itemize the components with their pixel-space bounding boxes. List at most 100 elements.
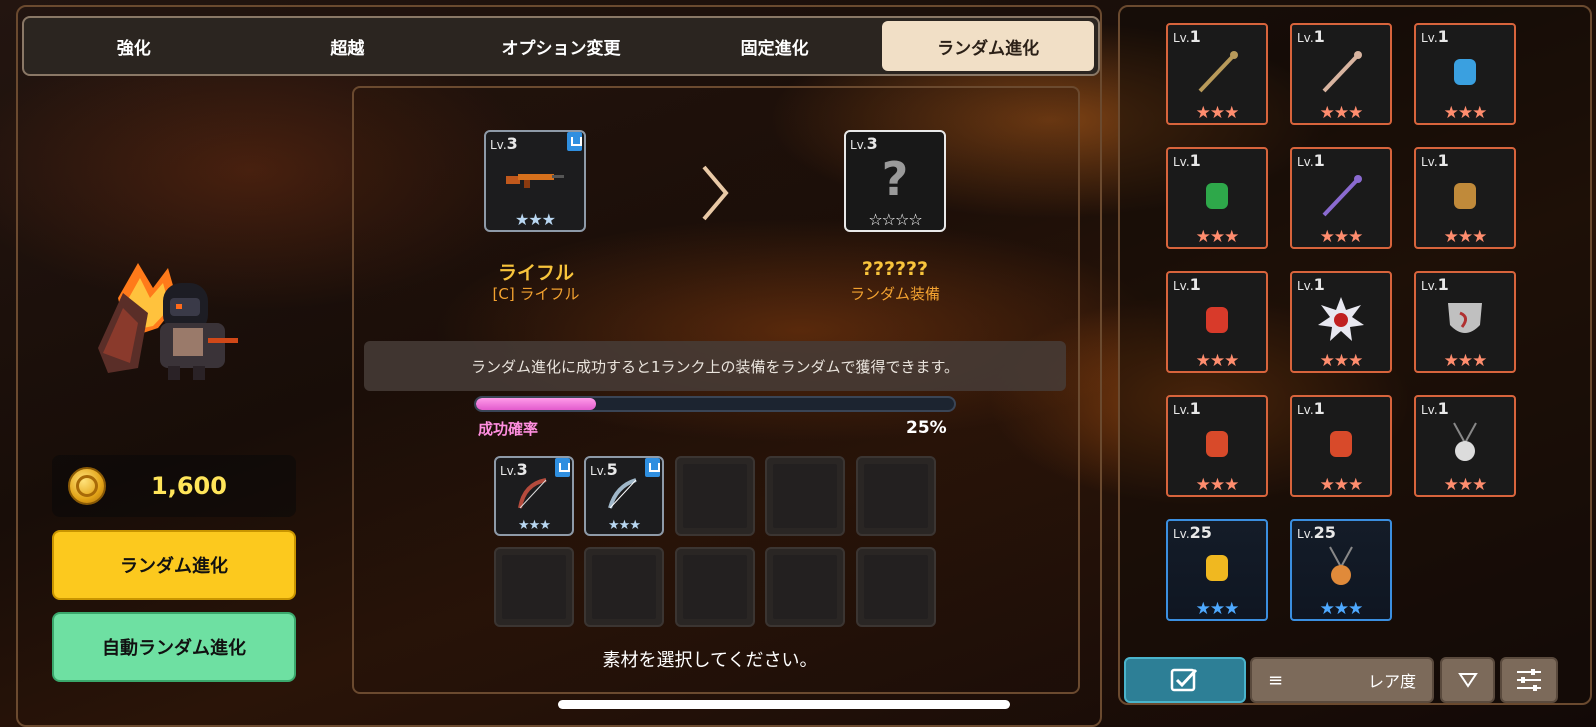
material-slot-10[interactable] — [856, 547, 936, 627]
select-all-button[interactable] — [1124, 657, 1246, 703]
item-stars: ★★★ — [1195, 351, 1240, 371]
bookmark-icon — [645, 458, 660, 477]
material-slot-3[interactable] — [675, 456, 755, 536]
inventory-item[interactable]: Lv.1 ★★★ — [1290, 147, 1392, 249]
item-level: Lv.1 — [1421, 275, 1449, 294]
tab-transcend[interactable]: 超越 — [242, 21, 454, 71]
rifle-icon — [1198, 51, 1238, 93]
source-item-name: ライフル — [497, 262, 574, 284]
inventory-item[interactable]: Lv.1 ★★★ — [1290, 23, 1392, 125]
inventory-item[interactable]: Lv.1 ★★★ — [1414, 271, 1516, 373]
item-stars: ★★★ — [1195, 599, 1240, 619]
amulet-icon — [1329, 546, 1353, 586]
tab-bar: 強化 超越 オプション変更 固定進化 ランダム進化 — [22, 16, 1100, 76]
sort-label: レア度 — [1367, 672, 1416, 691]
item-level: Lv.1 — [1421, 27, 1449, 46]
material-slot-4[interactable] — [765, 456, 845, 536]
source-item-slot[interactable]: Lv.3 ★★★ — [484, 130, 586, 232]
item-level: Lv.1 — [1297, 27, 1325, 46]
item-stars: ★★★ — [1195, 475, 1240, 495]
material-slot-5[interactable] — [856, 456, 936, 536]
item-stars: ★★★ — [1443, 475, 1488, 495]
material-slot-9[interactable] — [765, 547, 845, 627]
inventory-item[interactable]: Lv.1 ★★★ — [1414, 23, 1516, 125]
bow-icon — [518, 478, 547, 509]
checkbox-icon — [1170, 668, 1198, 692]
item-level: Lv.25 — [1173, 523, 1212, 542]
seahorse-icon — [1206, 555, 1228, 582]
item-level: Lv.1 — [1173, 275, 1201, 294]
armor-icon — [1206, 307, 1228, 334]
unknown-question-icon: ? — [881, 152, 909, 206]
item-stars: ★★★ — [1319, 351, 1364, 371]
inventory-item[interactable]: Lv.1 ★★★ — [1290, 395, 1392, 497]
sort-order-button[interactable] — [1440, 657, 1495, 703]
item-stars: ★★★ — [1443, 227, 1488, 247]
shield-icon — [1448, 303, 1482, 334]
item-stars: ★★★ — [1319, 103, 1364, 123]
inventory-item[interactable]: Lv.1 ★★★ — [1166, 147, 1268, 249]
item-level: Lv.1 — [1297, 275, 1325, 294]
inventory-item[interactable]: Lv.25 ★★★ — [1290, 519, 1392, 621]
inventory-item[interactable]: Lv.1 ★★★ — [1290, 271, 1392, 373]
inventory-item[interactable]: Lv.1 ★★★ — [1166, 395, 1268, 497]
staff-icon — [1322, 175, 1362, 217]
gold-amount: 1,600 — [151, 472, 227, 500]
item-level: Lv.1 — [1297, 151, 1325, 170]
material-slot-6[interactable] — [494, 547, 574, 627]
auto-random-evolve-button[interactable]: 自動ランダム進化 — [52, 612, 296, 682]
success-rate-value: 25% — [906, 418, 947, 438]
item-stars: ★★★ — [1319, 227, 1364, 247]
item-stars: ★★★ — [518, 518, 551, 533]
material-slot-2[interactable]: Lv.5 ★★★ — [584, 456, 664, 536]
home-indicator — [558, 700, 1010, 709]
item-stars: ★★★ — [608, 518, 641, 533]
material-slot-1[interactable]: Lv.3 ★★★ — [494, 456, 574, 536]
result-item-name: ?????? — [861, 258, 929, 280]
inventory-item[interactable]: Lv.1 ★★★ — [1166, 23, 1268, 125]
item-level: Lv.1 — [1173, 27, 1201, 46]
inventory-item[interactable]: Lv.1 ★★★ — [1166, 271, 1268, 373]
glove-icon — [1454, 183, 1476, 210]
chevron-right-icon — [702, 165, 729, 221]
tab-enhance[interactable]: 強化 — [28, 21, 240, 71]
item-level: Lv.1 — [1173, 151, 1201, 170]
gold-display: 1,600 — [52, 455, 296, 517]
tab-random-evolution[interactable]: ランダム進化 — [882, 21, 1094, 71]
item-level: Lv.1 — [1173, 399, 1201, 418]
item-level: Lv.25 — [1297, 523, 1336, 542]
item-stars: ★★★ — [1195, 227, 1240, 247]
inventory-item[interactable]: Lv.1 ★★★ — [1414, 147, 1516, 249]
item-stars: ★★★ — [1443, 103, 1488, 123]
material-slot-7[interactable] — [584, 547, 664, 627]
helmet-icon — [1454, 59, 1476, 86]
sort-dropdown[interactable]: ≡ レア度 — [1250, 657, 1434, 703]
item-stars: ★★★ — [514, 210, 556, 229]
item-stars: ☆☆☆☆ — [868, 210, 922, 229]
pendant-icon — [1453, 422, 1477, 462]
hero-character — [98, 263, 238, 380]
material-slot-8[interactable] — [675, 547, 755, 627]
result-item-subname: ランダム装備 — [849, 285, 940, 303]
spiked-orb-icon — [1318, 297, 1364, 342]
item-level: Lv.1 — [1297, 399, 1325, 418]
gauntlet-icon — [1206, 431, 1228, 458]
tab-option-change[interactable]: オプション変更 — [455, 21, 667, 71]
item-stars: ★★★ — [1319, 599, 1364, 619]
random-evolve-button[interactable]: ランダム進化 — [52, 530, 296, 600]
item-level: Lv.1 — [1421, 151, 1449, 170]
inventory-item[interactable]: Lv.1 ★★★ — [1414, 395, 1516, 497]
filter-button[interactable] — [1500, 657, 1558, 703]
item-stars: ★★★ — [1195, 103, 1240, 123]
inventory-item[interactable]: Lv.25 ★★★ — [1166, 519, 1268, 621]
item-level: Lv.3 — [850, 134, 878, 153]
gold-coin-icon — [68, 467, 106, 505]
frog-icon — [1206, 183, 1228, 210]
source-item-subname: [C] ライフル — [492, 285, 580, 303]
sliders-icon — [1517, 669, 1541, 691]
tab-fixed-evolution[interactable]: 固定進化 — [669, 21, 881, 71]
success-rate-label: 成功確率 — [478, 420, 539, 438]
menu-icon: ≡ — [1268, 669, 1284, 691]
bookmark-icon — [555, 458, 570, 477]
item-level: Lv.3 — [490, 134, 518, 153]
